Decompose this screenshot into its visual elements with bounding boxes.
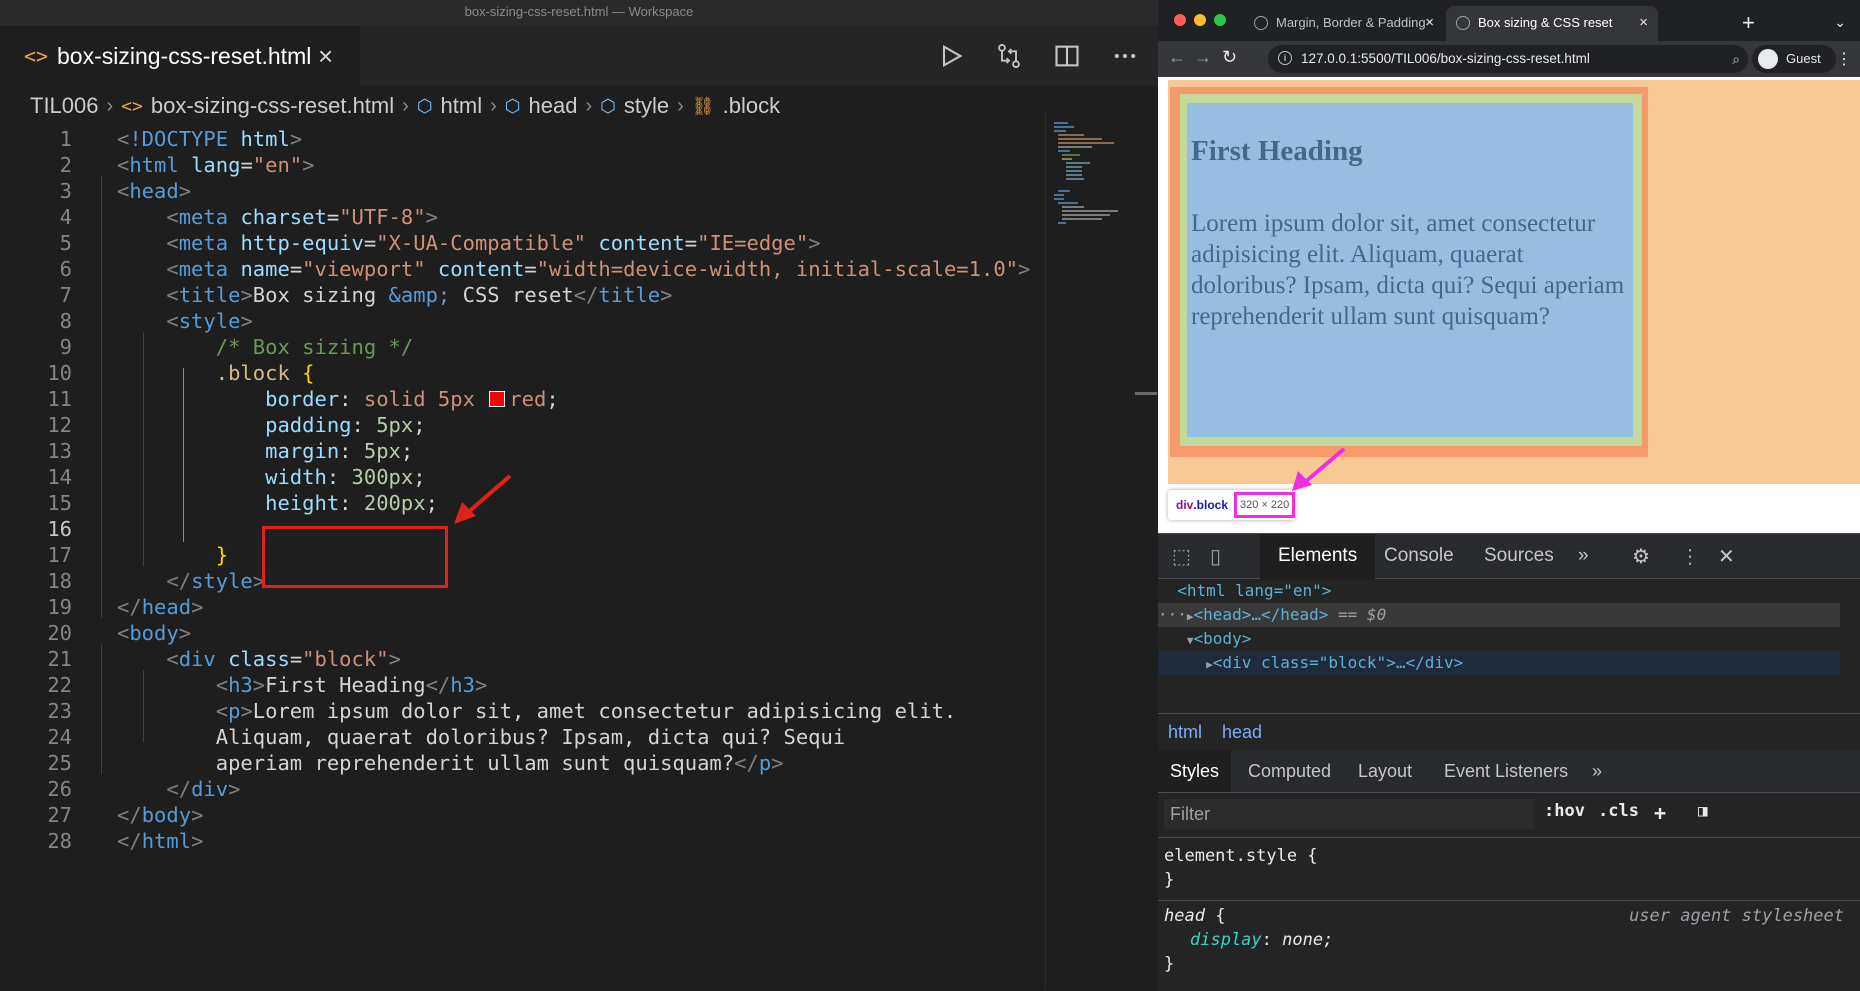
devtools-tabs: ⬚ ▯ Elements Console Sources » ⚙ ⋮ ✕: [1158, 534, 1860, 580]
breadcrumb-folder[interactable]: TIL006: [30, 93, 99, 119]
close-tab-icon[interactable]: ×: [1639, 6, 1648, 39]
dom-node-head[interactable]: ···▶<head>…</head> == $0: [1158, 603, 1840, 627]
window-title: box-sizing-css-reset.html — Workspace: [0, 0, 1158, 26]
css-selector-icon: ⛓: [691, 95, 715, 117]
devtools-panel: ⬚ ▯ Elements Console Sources » ⚙ ⋮ ✕ <ht…: [1158, 533, 1860, 991]
minimap[interactable]: [1045, 110, 1159, 990]
style-rule-element: element.style { }: [1164, 846, 1318, 890]
crumb-html[interactable]: html: [1168, 714, 1202, 750]
browser-menu-icon[interactable]: ⋮: [1836, 49, 1852, 69]
element-size: 320 × 220: [1234, 492, 1296, 518]
color-swatch-icon[interactable]: [489, 391, 506, 407]
editor-actions: [936, 26, 1140, 86]
chevron-right-icon: ›: [585, 94, 593, 117]
breadcrumb-file[interactable]: box-sizing-css-reset.html: [151, 93, 394, 119]
breadcrumb-html[interactable]: html: [441, 93, 483, 119]
code-editor: box-sizing-css-reset.html — Workspace <>…: [0, 0, 1158, 990]
tab-layout[interactable]: Layout: [1358, 750, 1412, 792]
chevron-right-icon: ›: [490, 94, 497, 117]
filter-input[interactable]: Filter: [1164, 799, 1534, 829]
element-tooltip: div .block 320 × 220: [1168, 490, 1296, 520]
device-toolbar-icon[interactable]: ▯: [1210, 544, 1221, 569]
crumb-head[interactable]: head: [1222, 714, 1262, 750]
breadcrumb: TIL006 › <> box-sizing-css-reset.html › …: [30, 86, 780, 126]
page-heading: First Heading: [1191, 135, 1363, 167]
gear-icon[interactable]: ⚙: [1632, 544, 1650, 569]
site-info-icon[interactable]: i: [1278, 51, 1292, 65]
breadcrumb-style[interactable]: style: [624, 93, 669, 119]
zoom-icon[interactable]: ⌕: [1732, 45, 1740, 73]
dom-tree[interactable]: <html lang="en"> ···▶<head>…</head> == $…: [1158, 579, 1860, 714]
annotation-arrow-icon: [1292, 447, 1346, 491]
add-rule-icon[interactable]: +: [1654, 801, 1666, 825]
chevron-right-icon: ›: [677, 94, 684, 117]
html-file-icon: <>: [121, 95, 143, 117]
tab-event-listeners[interactable]: Event Listeners: [1444, 750, 1568, 792]
split-editor-icon[interactable]: [1052, 41, 1082, 71]
style-rule-head: head { user agent stylesheet display: no…: [1164, 906, 1844, 974]
element-cube-icon: ⬡: [600, 95, 616, 116]
tab-styles[interactable]: Styles: [1158, 750, 1232, 792]
globe-icon: [1456, 16, 1470, 30]
page-paragraph: Lorem ipsum dolor sit, amet consectetur …: [1191, 210, 1625, 330]
reload-icon[interactable]: ↻: [1222, 47, 1237, 68]
forward-icon[interactable]: →: [1194, 47, 1212, 68]
annotation-arrow-icon: [454, 474, 512, 524]
breadcrumb-block[interactable]: .block: [723, 93, 780, 119]
element-cube-icon: ⬡: [504, 95, 521, 116]
divider: [1158, 900, 1860, 901]
editor-tab-label: box-sizing-css-reset.html: [57, 43, 312, 69]
styles-tabs: Styles Computed Layout Event Listeners »: [1158, 750, 1860, 793]
tab-console[interactable]: Console: [1384, 534, 1454, 578]
close-window-button[interactable]: [1174, 14, 1186, 26]
styles-filter-bar: Filter :hov .cls + ◨: [1158, 793, 1860, 838]
inspect-element-icon[interactable]: ⬚: [1172, 544, 1191, 569]
address-bar[interactable]: i 127.0.0.1:5500/TIL006/box-sizing-css-r…: [1268, 45, 1748, 73]
browser-tab-active[interactable]: Box sizing & CSS reset ×: [1446, 6, 1658, 41]
element-cube-icon: ⬡: [416, 95, 433, 116]
tab-search-icon[interactable]: ⌄: [1834, 14, 1846, 31]
compare-changes-icon[interactable]: [994, 41, 1024, 71]
dom-node-html[interactable]: <html lang="en">: [1158, 579, 1840, 603]
editor-tab-active[interactable]: <> box-sizing-css-reset.html ×: [0, 26, 360, 86]
browser-toolbar: ← → ↻ i 127.0.0.1:5500/TIL006/box-sizing…: [1158, 41, 1860, 77]
tab-sources[interactable]: Sources: [1484, 534, 1554, 578]
breadcrumb-head[interactable]: head: [528, 93, 577, 119]
html-file-icon: <>: [24, 44, 49, 68]
run-icon[interactable]: [936, 41, 966, 71]
close-tab-icon[interactable]: ×: [1425, 6, 1434, 39]
cls-toggle[interactable]: .cls: [1598, 801, 1639, 821]
toggle-sidebar-icon[interactable]: ◨: [1698, 801, 1708, 820]
dom-node-div[interactable]: ▶<div class="block">…</div>: [1158, 651, 1840, 675]
close-icon[interactable]: ✕: [1718, 544, 1735, 569]
browser-tab-bar: Margin, Border & Padding × Box sizing & …: [1158, 0, 1860, 41]
close-icon[interactable]: ×: [318, 26, 333, 86]
browser-tab[interactable]: Margin, Border & Padding ×: [1244, 6, 1444, 41]
browser-window: Margin, Border & Padding × Box sizing & …: [1158, 0, 1860, 991]
code-area[interactable]: 1 <!DOCTYPE html> 2 <html lang="en"> 3 <hea…: [0, 124, 1045, 990]
scrollbar-thumb[interactable]: [1135, 392, 1157, 395]
tab-elements[interactable]: Elements: [1260, 534, 1376, 580]
minimize-window-button[interactable]: [1194, 14, 1206, 26]
more-actions-icon[interactable]: [1110, 41, 1140, 71]
avatar: [1758, 49, 1778, 69]
annotation-highlight-box: [262, 526, 448, 588]
page-viewport: First Heading Lorem ipsum dolor sit, ame…: [1158, 77, 1860, 533]
code-line: 28 </html>: [47, 829, 204, 853]
kebab-menu-icon[interactable]: ⋮: [1680, 544, 1700, 569]
hov-toggle[interactable]: :hov: [1544, 801, 1585, 821]
new-tab-icon[interactable]: +: [1742, 6, 1755, 39]
devtools-breadcrumb: html head: [1158, 713, 1860, 751]
maximize-window-button[interactable]: [1214, 14, 1226, 26]
back-icon[interactable]: ←: [1168, 47, 1186, 68]
more-tabs-icon[interactable]: »: [1592, 750, 1602, 792]
chevron-right-icon: ›: [402, 94, 409, 117]
tab-computed[interactable]: Computed: [1248, 750, 1331, 792]
dom-node-body[interactable]: ▼<body>: [1158, 627, 1840, 651]
globe-icon: [1254, 16, 1268, 30]
chevron-right-icon: ›: [106, 94, 114, 117]
profile-button[interactable]: Guest: [1752, 45, 1836, 73]
more-tabs-icon[interactable]: »: [1578, 534, 1589, 578]
